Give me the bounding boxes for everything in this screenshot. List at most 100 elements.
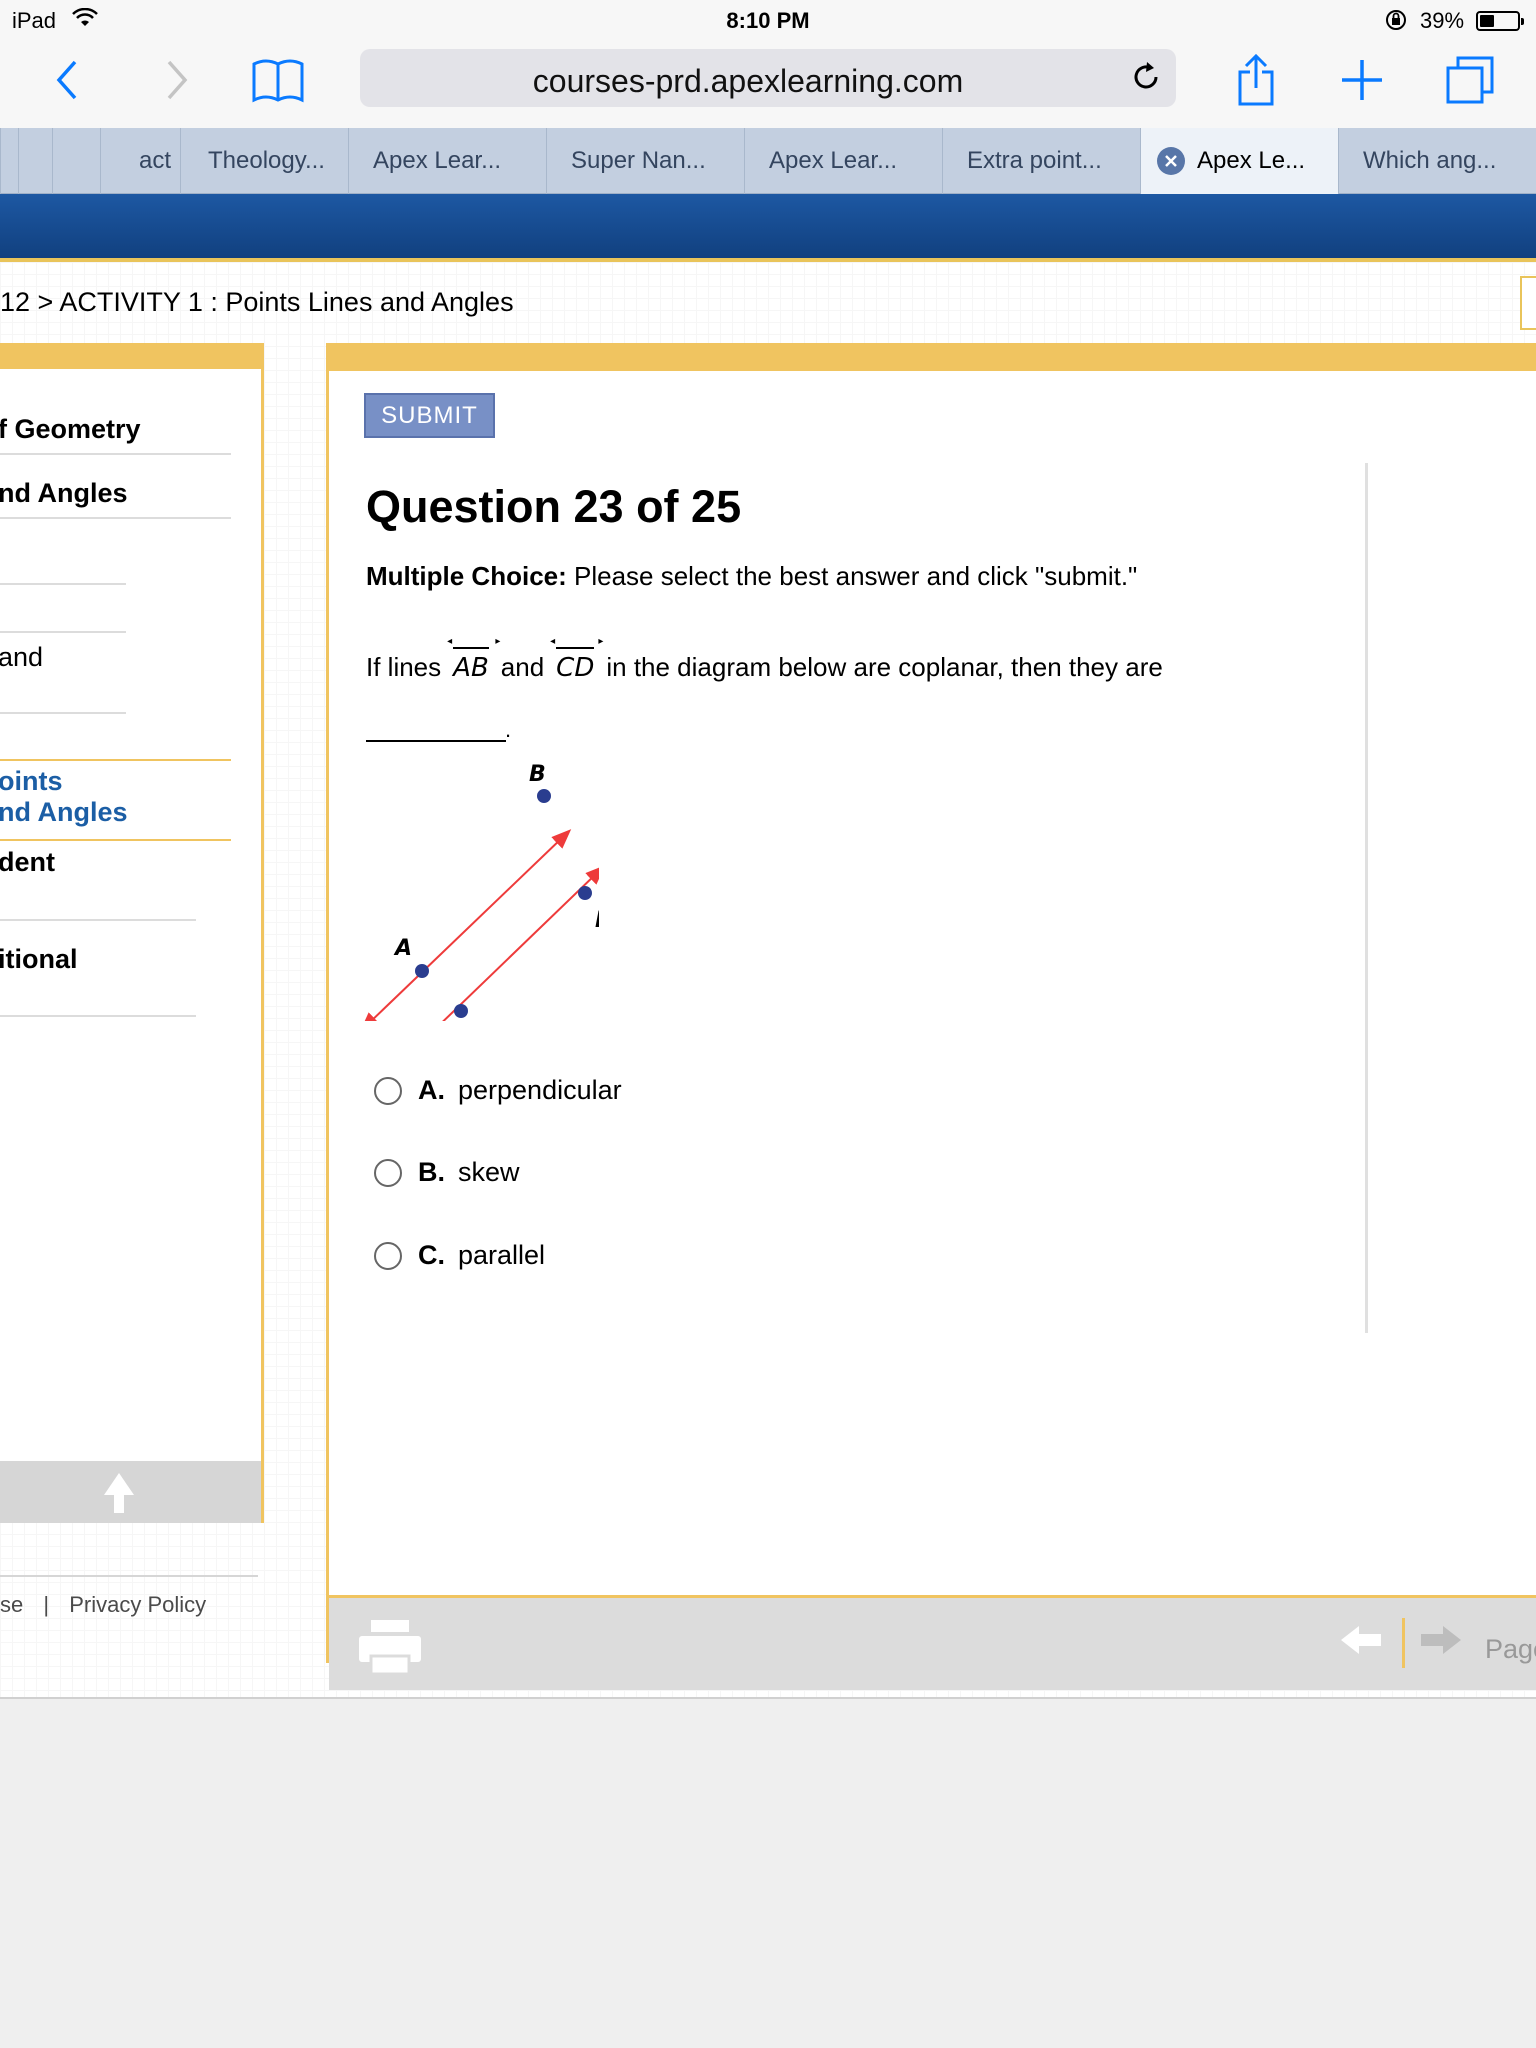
divider: [0, 517, 231, 519]
tab-item[interactable]: Which ang...: [1338, 128, 1536, 194]
tab-label: Extra point...: [967, 147, 1102, 174]
course-sidebar: f Geometry nd Angles and oints nd Angles…: [0, 343, 264, 1523]
sidebar-item-angles[interactable]: nd Angles: [0, 478, 128, 509]
point-b: [537, 789, 551, 803]
prompt-text: and: [500, 652, 545, 682]
print-icon[interactable]: [357, 1618, 423, 1681]
divider: [0, 839, 231, 841]
line-cd: [392, 865, 599, 1021]
close-tab-icon[interactable]: [1157, 147, 1185, 175]
line-cd-notation: CD: [550, 636, 600, 683]
address-bar[interactable]: courses-prd.apexlearning.com: [360, 49, 1176, 107]
point-c: [454, 1004, 468, 1018]
tab-label: Apex Lear...: [373, 147, 502, 174]
sidebar-item-dent[interactable]: dent: [0, 847, 55, 878]
separator: |: [43, 1592, 50, 1617]
divider: [0, 453, 231, 455]
privacy-policy-link[interactable]: Privacy Policy: [69, 1592, 206, 1617]
reload-icon[interactable]: [1128, 59, 1164, 100]
radio-button[interactable]: [374, 1159, 402, 1187]
tab-item[interactable]: Extra point...: [942, 128, 1140, 194]
tab-sliver[interactable]: [0, 128, 18, 194]
divider: [1402, 1618, 1405, 1668]
tab-label: Super Nan...: [571, 147, 706, 174]
choice-letter: C.: [418, 1240, 445, 1270]
divider: [0, 1697, 1536, 1699]
url-text: courses-prd.apexlearning.com: [532, 63, 964, 99]
line-ab: [359, 829, 572, 1021]
choice-letter: A.: [418, 1075, 445, 1105]
divider: [0, 1575, 258, 1577]
question-title: Question 23 of 25: [366, 481, 742, 532]
forward-button[interactable]: [146, 50, 206, 110]
point-label-a: A: [393, 936, 412, 961]
share-button[interactable]: [1226, 50, 1286, 110]
line-ab-notation: AB: [447, 636, 494, 683]
choice-text: parallel: [458, 1240, 546, 1270]
radio-button[interactable]: [374, 1077, 402, 1105]
tab-item[interactable]: Theology...: [180, 128, 348, 194]
rotation-lock-icon: [1384, 8, 1408, 38]
parallel-lines-diagram: A B C D: [359, 762, 599, 1021]
sidebar-item-label: oints: [0, 766, 63, 796]
footer-links: se | Privacy Policy: [0, 1592, 206, 1618]
scroll-up-icon[interactable]: [102, 1471, 136, 1520]
battery-percent: 39%: [1420, 8, 1465, 33]
tab-label: act: [139, 147, 172, 174]
tab-sliver[interactable]: [52, 128, 100, 194]
clock: 8:10 PM: [726, 8, 810, 33]
bookmarks-button[interactable]: [248, 50, 308, 110]
sidebar-item-label: nd Angles: [0, 797, 128, 827]
back-button[interactable]: [38, 50, 98, 110]
site-header-banner: [0, 194, 1536, 258]
browser-toolbar: courses-prd.apexlearning.com: [0, 40, 1536, 128]
instructions-text: Please select the best answer and click …: [566, 561, 1138, 591]
tab-label: Theology...: [208, 147, 325, 174]
sidebar-footer: [0, 1461, 261, 1523]
footer-link[interactable]: se: [0, 1592, 23, 1617]
tab-label: Apex Lear...: [769, 147, 898, 174]
header-control[interactable]: [1520, 276, 1536, 330]
tab-item[interactable]: Apex Lear...: [744, 128, 942, 194]
point-label-d: D: [595, 908, 599, 933]
divider: [1365, 463, 1368, 1333]
previous-arrow-icon[interactable]: [1339, 1624, 1383, 1661]
prompt-text: in the diagram below are coplanar, then …: [606, 652, 1163, 682]
instructions-label: Multiple Choice:: [366, 561, 567, 591]
sidebar-item-additional[interactable]: itional: [0, 944, 78, 975]
instructions: Multiple Choice: Please select the best …: [366, 561, 1137, 592]
submit-button[interactable]: SUBMIT: [364, 393, 495, 438]
sidebar-item-geometry[interactable]: f Geometry: [0, 414, 141, 445]
breadcrumb[interactable]: 12 > ACTIVITY 1 : Points Lines and Angle…: [0, 287, 514, 318]
question-panel: SUBMIT Question 23 of 25 Multiple Choice…: [326, 343, 1536, 1690]
battery-icon: [1476, 11, 1524, 31]
tab-label: Which ang...: [1363, 147, 1497, 174]
blank-period: .: [505, 717, 512, 742]
tab-sliver[interactable]: [18, 128, 52, 194]
point-d: [578, 886, 592, 900]
new-tab-button[interactable]: [1332, 50, 1392, 110]
sidebar-item-and[interactable]: and: [0, 642, 43, 673]
sidebar-item-current[interactable]: oints nd Angles: [0, 766, 128, 828]
radio-button[interactable]: [374, 1242, 402, 1270]
question-prompt: If linesABandCDin the diagram below are …: [366, 636, 1163, 683]
next-arrow-icon[interactable]: [1419, 1624, 1463, 1661]
divider: [0, 583, 126, 585]
tab-item-active[interactable]: Apex Le...: [1140, 128, 1338, 194]
page-label: Page: [1485, 1634, 1536, 1664]
tab-label: Apex Le...: [1197, 147, 1306, 174]
divider: [0, 712, 126, 714]
choice-letter: B.: [418, 1157, 445, 1187]
divider: [0, 631, 126, 633]
tabs-overview-button[interactable]: [1440, 50, 1500, 110]
choice-text: skew: [458, 1157, 520, 1187]
tab-bar: act Theology... Apex Lear... Super Nan..…: [0, 128, 1536, 194]
divider: [0, 759, 231, 761]
tab-item[interactable]: Super Nan...: [546, 128, 744, 194]
tab-item[interactable]: Apex Lear...: [348, 128, 546, 194]
tab-item[interactable]: act: [100, 128, 180, 194]
point-a: [415, 964, 429, 978]
question-footer: Page: [329, 1595, 1536, 1690]
choice-text: perpendicular: [458, 1075, 622, 1105]
prompt-text: If lines: [366, 652, 442, 682]
